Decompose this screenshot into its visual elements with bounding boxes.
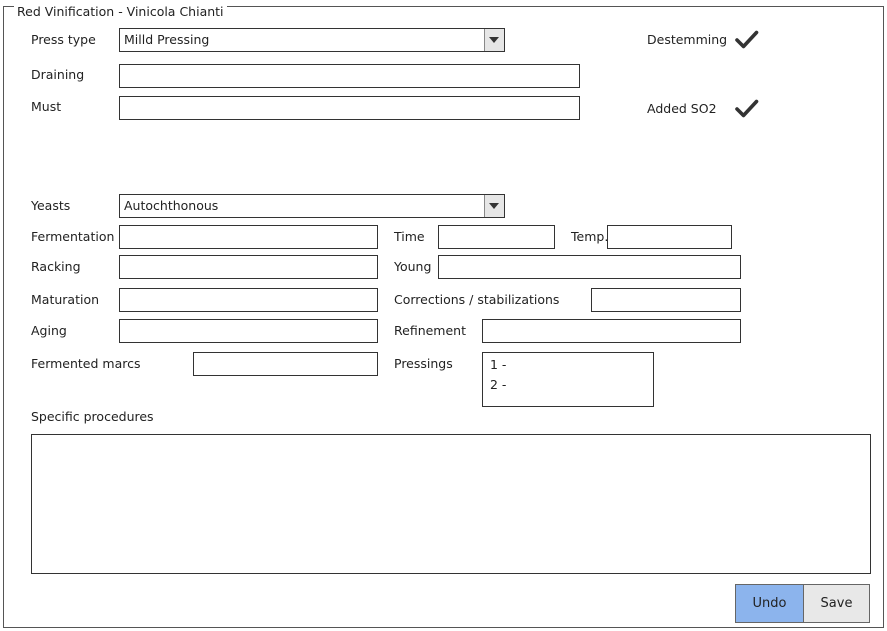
pressings-list[interactable]: 1 - 2 -: [482, 352, 654, 407]
draining-input[interactable]: [119, 64, 580, 88]
must-input[interactable]: [119, 96, 580, 120]
corrections-input[interactable]: [591, 288, 741, 312]
list-item[interactable]: 2 -: [490, 377, 506, 393]
pressings-label: Pressings: [394, 356, 453, 371]
refinement-input[interactable]: [482, 319, 741, 343]
refinement-label: Refinement: [394, 323, 466, 338]
draining-label: Draining: [31, 67, 85, 82]
specific-procedures-textarea[interactable]: [31, 434, 871, 574]
fermentation-label: Fermentation: [31, 229, 115, 244]
young-label: Young: [394, 259, 432, 274]
racking-input[interactable]: [119, 255, 378, 279]
yeasts-value: Autochthonous: [124, 198, 219, 213]
aging-input[interactable]: [119, 319, 378, 343]
yeasts-dropdown-button[interactable]: [484, 195, 504, 217]
undo-button[interactable]: Undo: [735, 584, 804, 623]
chevron-down-icon: [489, 37, 499, 43]
list-item[interactable]: 1 -: [490, 357, 506, 373]
press-type-dropdown-button[interactable]: [484, 29, 504, 51]
destemming-checkmark-icon[interactable]: [735, 30, 759, 50]
fermentation-input[interactable]: [119, 225, 378, 249]
must-label: Must: [31, 99, 62, 114]
young-input[interactable]: [438, 255, 741, 279]
aging-label: Aging: [31, 323, 67, 338]
save-button[interactable]: Save: [803, 584, 870, 623]
chevron-down-icon: [489, 203, 499, 209]
press-type-label: Press type: [31, 32, 96, 47]
racking-label: Racking: [31, 259, 81, 274]
fermented-marcs-input[interactable]: [193, 352, 378, 376]
destemming-label: Destemming: [647, 32, 728, 47]
temp-label: Temp.: [571, 229, 609, 244]
yeasts-label: Yeasts: [31, 198, 71, 213]
time-label: Time: [394, 229, 425, 244]
press-type-value: Milld Pressing: [124, 32, 210, 47]
press-type-select[interactable]: Milld Pressing: [119, 28, 505, 52]
maturation-label: Maturation: [31, 292, 100, 307]
yeasts-select[interactable]: Autochthonous: [119, 194, 505, 218]
temp-input[interactable]: [607, 225, 732, 249]
added-so2-label: Added SO2: [647, 101, 717, 116]
maturation-input[interactable]: [119, 288, 378, 312]
fermented-marcs-label: Fermented marcs: [31, 356, 141, 371]
time-input[interactable]: [438, 225, 555, 249]
specific-procedures-label: Specific procedures: [31, 409, 154, 424]
panel-title: Red Vinification - Vinicola Chianti: [14, 5, 227, 19]
added-so2-checkmark-icon[interactable]: [735, 99, 759, 119]
corrections-label: Corrections / stabilizations: [394, 292, 560, 307]
